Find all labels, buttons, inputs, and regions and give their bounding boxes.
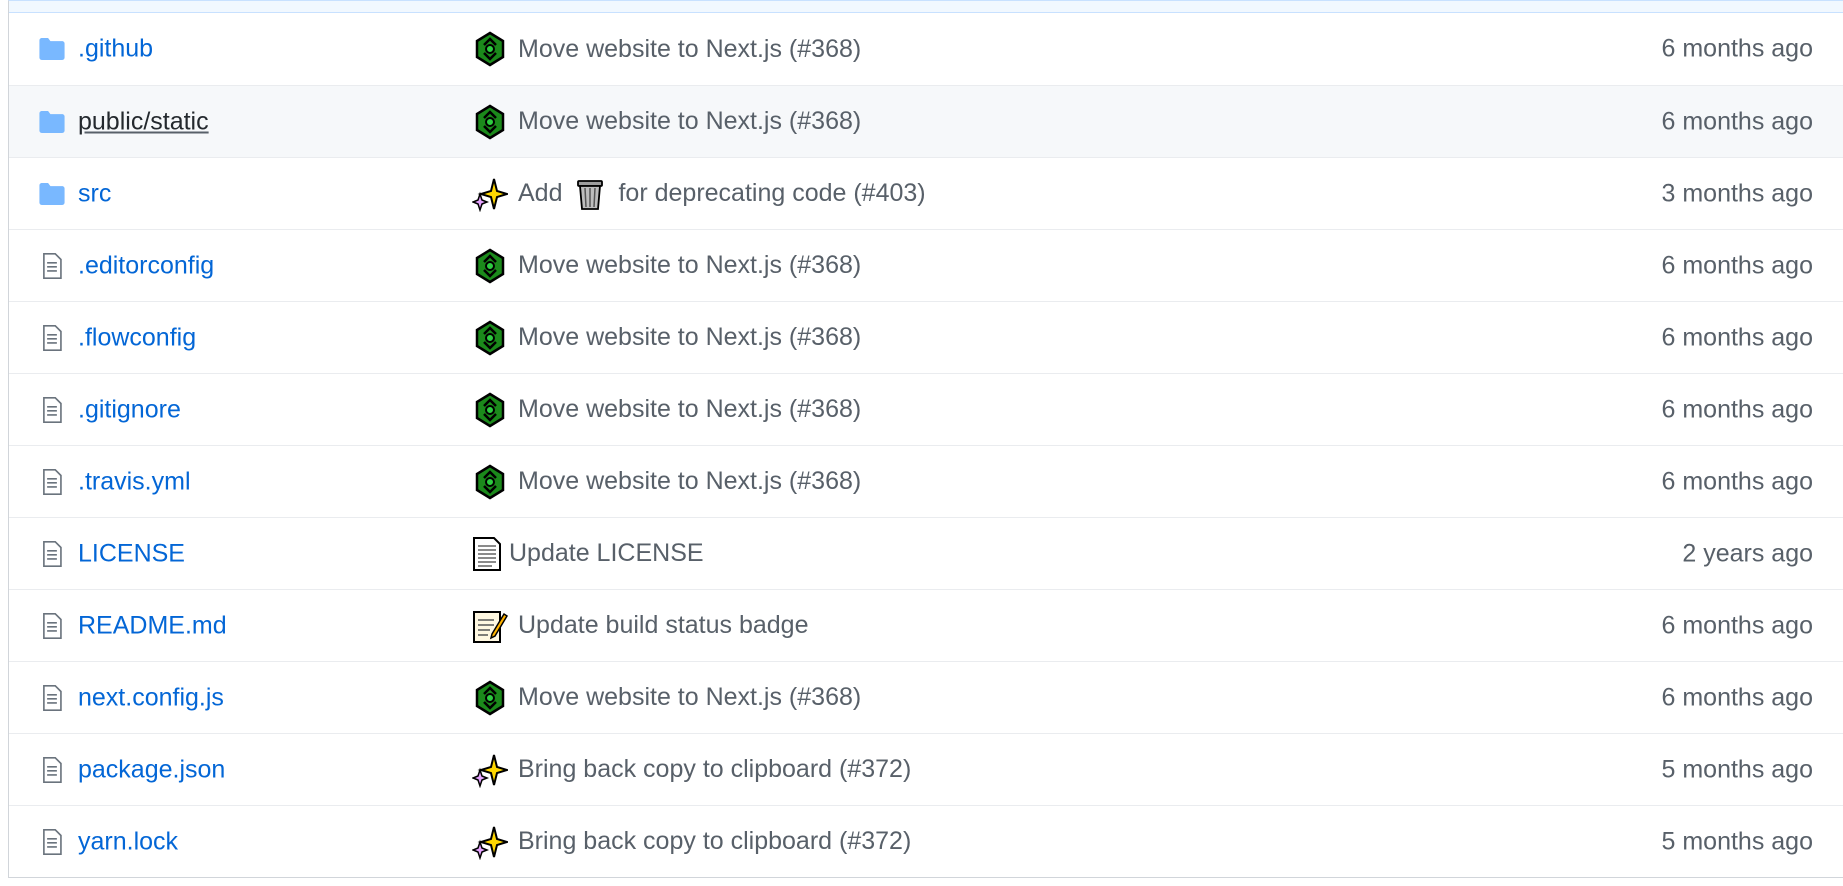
commit-age: 6 months ago <box>1661 467 1814 495</box>
commit-message[interactable]: Bring back copy to clipboard (#372) <box>472 824 911 860</box>
table-row: .gitignore Move website to Next.js (#368… <box>9 373 1843 445</box>
file-icon <box>39 324 65 351</box>
file-name-link[interactable]: package.json <box>78 755 225 784</box>
recycle-icon <box>475 320 505 355</box>
commit-message-text-after: for deprecating code (#403) <box>618 179 926 207</box>
sparkles-icon <box>472 178 508 212</box>
table-row: src Add for deprecating code (#403) 3 mo… <box>9 157 1843 229</box>
file-name-link[interactable]: .github <box>78 35 153 64</box>
commit-age: 6 months ago <box>1661 323 1814 351</box>
commit-message[interactable]: Update LICENSE <box>472 536 704 572</box>
commit-message-text-before: Add <box>518 179 563 207</box>
commit-age: 6 months ago <box>1661 34 1814 63</box>
commit-message[interactable]: Bring back copy to clipboard (#372) <box>472 752 911 788</box>
recycle-icon <box>475 104 505 139</box>
commit-age: 3 months ago <box>1661 179 1814 207</box>
table-row: .github Move website to Next.js (#368) 6… <box>9 13 1843 85</box>
commit-message-text: Move website to Next.js (#368) <box>518 395 862 423</box>
file-name-link[interactable]: .gitignore <box>78 395 181 424</box>
file-icon <box>39 252 65 279</box>
commit-message-text: Update build status badge <box>518 611 809 639</box>
commit-age: 6 months ago <box>1661 611 1814 639</box>
table-row: .travis.yml Move website to Next.js (#36… <box>9 445 1843 517</box>
commit-message-text: Move website to Next.js (#368) <box>518 34 862 63</box>
commit-message[interactable]: Move website to Next.js (#368) <box>472 680 861 716</box>
table-row: yarn.lock Bring back copy to clipboard (… <box>9 805 1843 877</box>
folder-icon <box>39 36 65 62</box>
commit-message-text: Bring back copy to clipboard (#372) <box>518 827 912 855</box>
file-name-link[interactable]: .flowconfig <box>78 323 196 352</box>
commit-age: 2 years ago <box>1682 539 1813 567</box>
commit-message[interactable]: Update build status badge <box>472 608 809 644</box>
file-name-link[interactable]: public/static <box>78 107 209 136</box>
table-row: README.md Update build status badge 6 mo… <box>9 589 1843 661</box>
sparkles-icon <box>472 826 508 860</box>
file-icon <box>39 396 65 423</box>
page-icon <box>473 536 501 571</box>
commit-age: 6 months ago <box>1661 683 1814 711</box>
commit-message-text: Move website to Next.js (#368) <box>518 107 862 135</box>
commit-age: 5 months ago <box>1661 827 1814 855</box>
recycle-icon <box>475 392 505 427</box>
wastebasket-icon <box>577 179 604 210</box>
table-row: package.json Bring back copy to clipboar… <box>9 733 1843 805</box>
file-table: .github Move website to Next.js (#368) 6… <box>8 0 1843 878</box>
table-row: .flowconfig Move website to Next.js (#36… <box>9 301 1843 373</box>
file-name-link[interactable]: src <box>78 179 111 208</box>
commit-message[interactable]: Move website to Next.js (#368) <box>472 31 861 67</box>
recycle-icon <box>475 248 505 283</box>
commit-message[interactable]: Move website to Next.js (#368) <box>472 248 861 284</box>
commit-message[interactable]: Move website to Next.js (#368) <box>472 392 861 428</box>
folder-icon <box>39 181 65 207</box>
table-row: public/static Move website to Next.js (#… <box>9 85 1843 157</box>
commit-age: 6 months ago <box>1661 251 1814 279</box>
commit-message-text: Move website to Next.js (#368) <box>518 683 862 711</box>
recycle-icon <box>475 31 505 67</box>
file-name-link[interactable]: .editorconfig <box>78 251 214 280</box>
table-header-strip <box>9 1 1843 13</box>
memo-icon <box>473 610 508 643</box>
commit-age: 5 months ago <box>1661 755 1814 783</box>
file-name-link[interactable]: README.md <box>78 611 227 640</box>
file-icon <box>39 684 65 711</box>
table-row: LICENSE Update LICENSE 2 years ago <box>9 517 1843 589</box>
table-row: next.config.js Move website to Next.js (… <box>9 661 1843 733</box>
commit-message[interactable]: Move website to Next.js (#368) <box>472 320 861 356</box>
file-name-link[interactable]: yarn.lock <box>78 827 178 856</box>
commit-message-text: Bring back copy to clipboard (#372) <box>518 755 912 783</box>
file-icon <box>39 756 65 783</box>
commit-age: 6 months ago <box>1661 107 1814 135</box>
recycle-icon <box>475 680 505 715</box>
commit-message[interactable]: Move website to Next.js (#368) <box>472 464 861 500</box>
commit-age: 6 months ago <box>1661 395 1814 423</box>
commit-message-text: Move website to Next.js (#368) <box>518 251 862 279</box>
commit-message-text: Move website to Next.js (#368) <box>518 323 862 351</box>
sparkles-icon <box>472 754 508 788</box>
file-icon <box>39 612 65 639</box>
file-icon <box>39 828 65 855</box>
file-name-link[interactable]: next.config.js <box>78 683 224 712</box>
file-name-link[interactable]: LICENSE <box>78 539 185 568</box>
commit-message-text: Move website to Next.js (#368) <box>518 467 862 495</box>
commit-message[interactable]: Move website to Next.js (#368) <box>472 104 861 140</box>
folder-icon <box>39 109 65 135</box>
commit-message[interactable]: Add for deprecating code (#403) <box>472 176 926 212</box>
file-name-link[interactable]: .travis.yml <box>78 467 191 496</box>
table-row: .editorconfig Move website to Next.js (#… <box>9 229 1843 301</box>
file-icon <box>39 540 65 567</box>
recycle-icon <box>475 464 505 499</box>
commit-message-text: Update LICENSE <box>509 539 704 567</box>
file-icon <box>39 468 65 495</box>
